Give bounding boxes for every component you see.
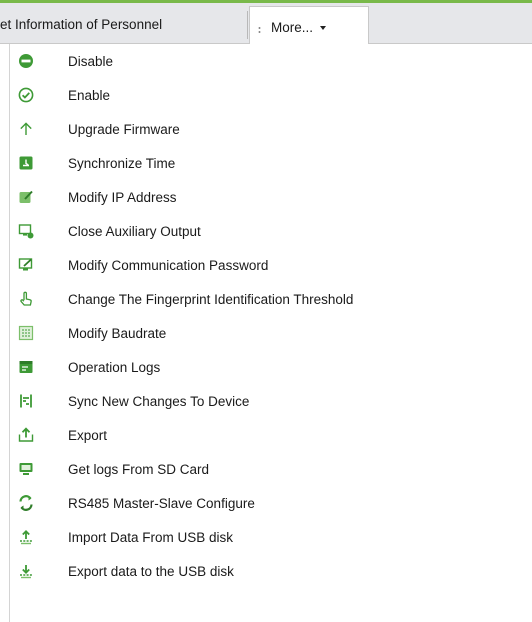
menu-item-label: Synchronize Time	[68, 155, 176, 171]
menu-item-sd-card-logs[interactable]: Get logs From SD Card	[12, 452, 522, 486]
menu-item-label: Sync New Changes To Device	[68, 393, 250, 409]
menu-item-fingerprint-threshold[interactable]: Change The Fingerprint Identification Th…	[12, 282, 522, 316]
menu-item-modify-communication-password[interactable]: Modify Communication Password	[12, 248, 522, 282]
grip-icon	[258, 26, 261, 35]
usb-import-icon	[18, 529, 34, 545]
close-auxiliary-output-icon	[18, 223, 34, 239]
menu-item-label: Export data to the USB disk	[68, 563, 234, 579]
rs485-configure-icon	[18, 495, 34, 511]
menu-item-label: Operation Logs	[68, 359, 161, 375]
menu-item-export[interactable]: Export	[12, 418, 522, 452]
operation-logs-icon	[18, 359, 34, 375]
menu-item-sync-changes[interactable]: Sync New Changes To Device	[12, 384, 522, 418]
menu-item-operation-logs[interactable]: Operation Logs	[12, 350, 522, 384]
menu-item-usb-export[interactable]: Export data to the USB disk	[12, 554, 522, 588]
menu-item-label: Enable	[68, 87, 111, 103]
menu-item-upgrade-firmware[interactable]: Upgrade Firmware	[12, 112, 522, 146]
menu-item-label: Modify Baudrate	[68, 325, 167, 341]
toolbar-separator	[247, 11, 248, 39]
more-button[interactable]: More...	[249, 6, 369, 48]
chevron-down-icon	[320, 25, 327, 30]
toolbar: et Information of Personnel More...	[0, 0, 532, 48]
menu-item-disable[interactable]: Disable	[12, 44, 522, 78]
menu-item-label: Close Auxiliary Output	[68, 223, 201, 239]
toolbar-item-personnel-info[interactable]: et Information of Personnel	[0, 13, 162, 37]
more-dropdown-menu: Disable Enable Upgrade Firmware Synchron…	[0, 44, 532, 622]
menu-item-close-auxiliary-output[interactable]: Close Auxiliary Output	[12, 214, 522, 248]
synchronize-time-icon	[18, 155, 34, 171]
menu-item-usb-import[interactable]: Import Data From USB disk	[12, 520, 522, 554]
sync-changes-icon	[18, 393, 34, 409]
menu-item-label: Modify Communication Password	[68, 257, 269, 273]
menu-item-enable[interactable]: Enable	[12, 78, 522, 112]
usb-export-icon	[18, 563, 34, 579]
menu-item-label: Disable	[68, 53, 114, 69]
more-label: More...	[271, 20, 314, 35]
menu-item-label: Upgrade Firmware	[68, 121, 180, 137]
menu-item-label: RS485 Master-Slave Configure	[68, 495, 255, 511]
export-icon	[18, 427, 34, 443]
menu-item-rs485-configure[interactable]: RS485 Master-Slave Configure	[12, 486, 522, 520]
menu-divider	[9, 44, 10, 622]
sd-card-logs-icon	[18, 461, 34, 477]
modify-communication-password-icon	[18, 257, 34, 273]
upgrade-firmware-icon	[18, 121, 34, 137]
menu-item-modify-ip[interactable]: Modify IP Address	[12, 180, 522, 214]
menu-item-label: Import Data From USB disk	[68, 529, 234, 545]
menu-item-label: Modify IP Address	[68, 189, 177, 205]
fingerprint-threshold-icon	[18, 291, 34, 307]
menu-item-modify-baudrate[interactable]: Modify Baudrate	[12, 316, 522, 350]
menu-item-label: Export	[68, 427, 108, 443]
menu-item-label: Change The Fingerprint Identification Th…	[68, 291, 354, 307]
menu-item-synchronize-time[interactable]: Synchronize Time	[12, 146, 522, 180]
disable-icon	[18, 53, 34, 69]
menu-item-label: Get logs From SD Card	[68, 461, 210, 477]
enable-icon	[18, 87, 34, 103]
modify-baudrate-icon	[18, 325, 34, 341]
modify-ip-icon	[18, 189, 34, 205]
